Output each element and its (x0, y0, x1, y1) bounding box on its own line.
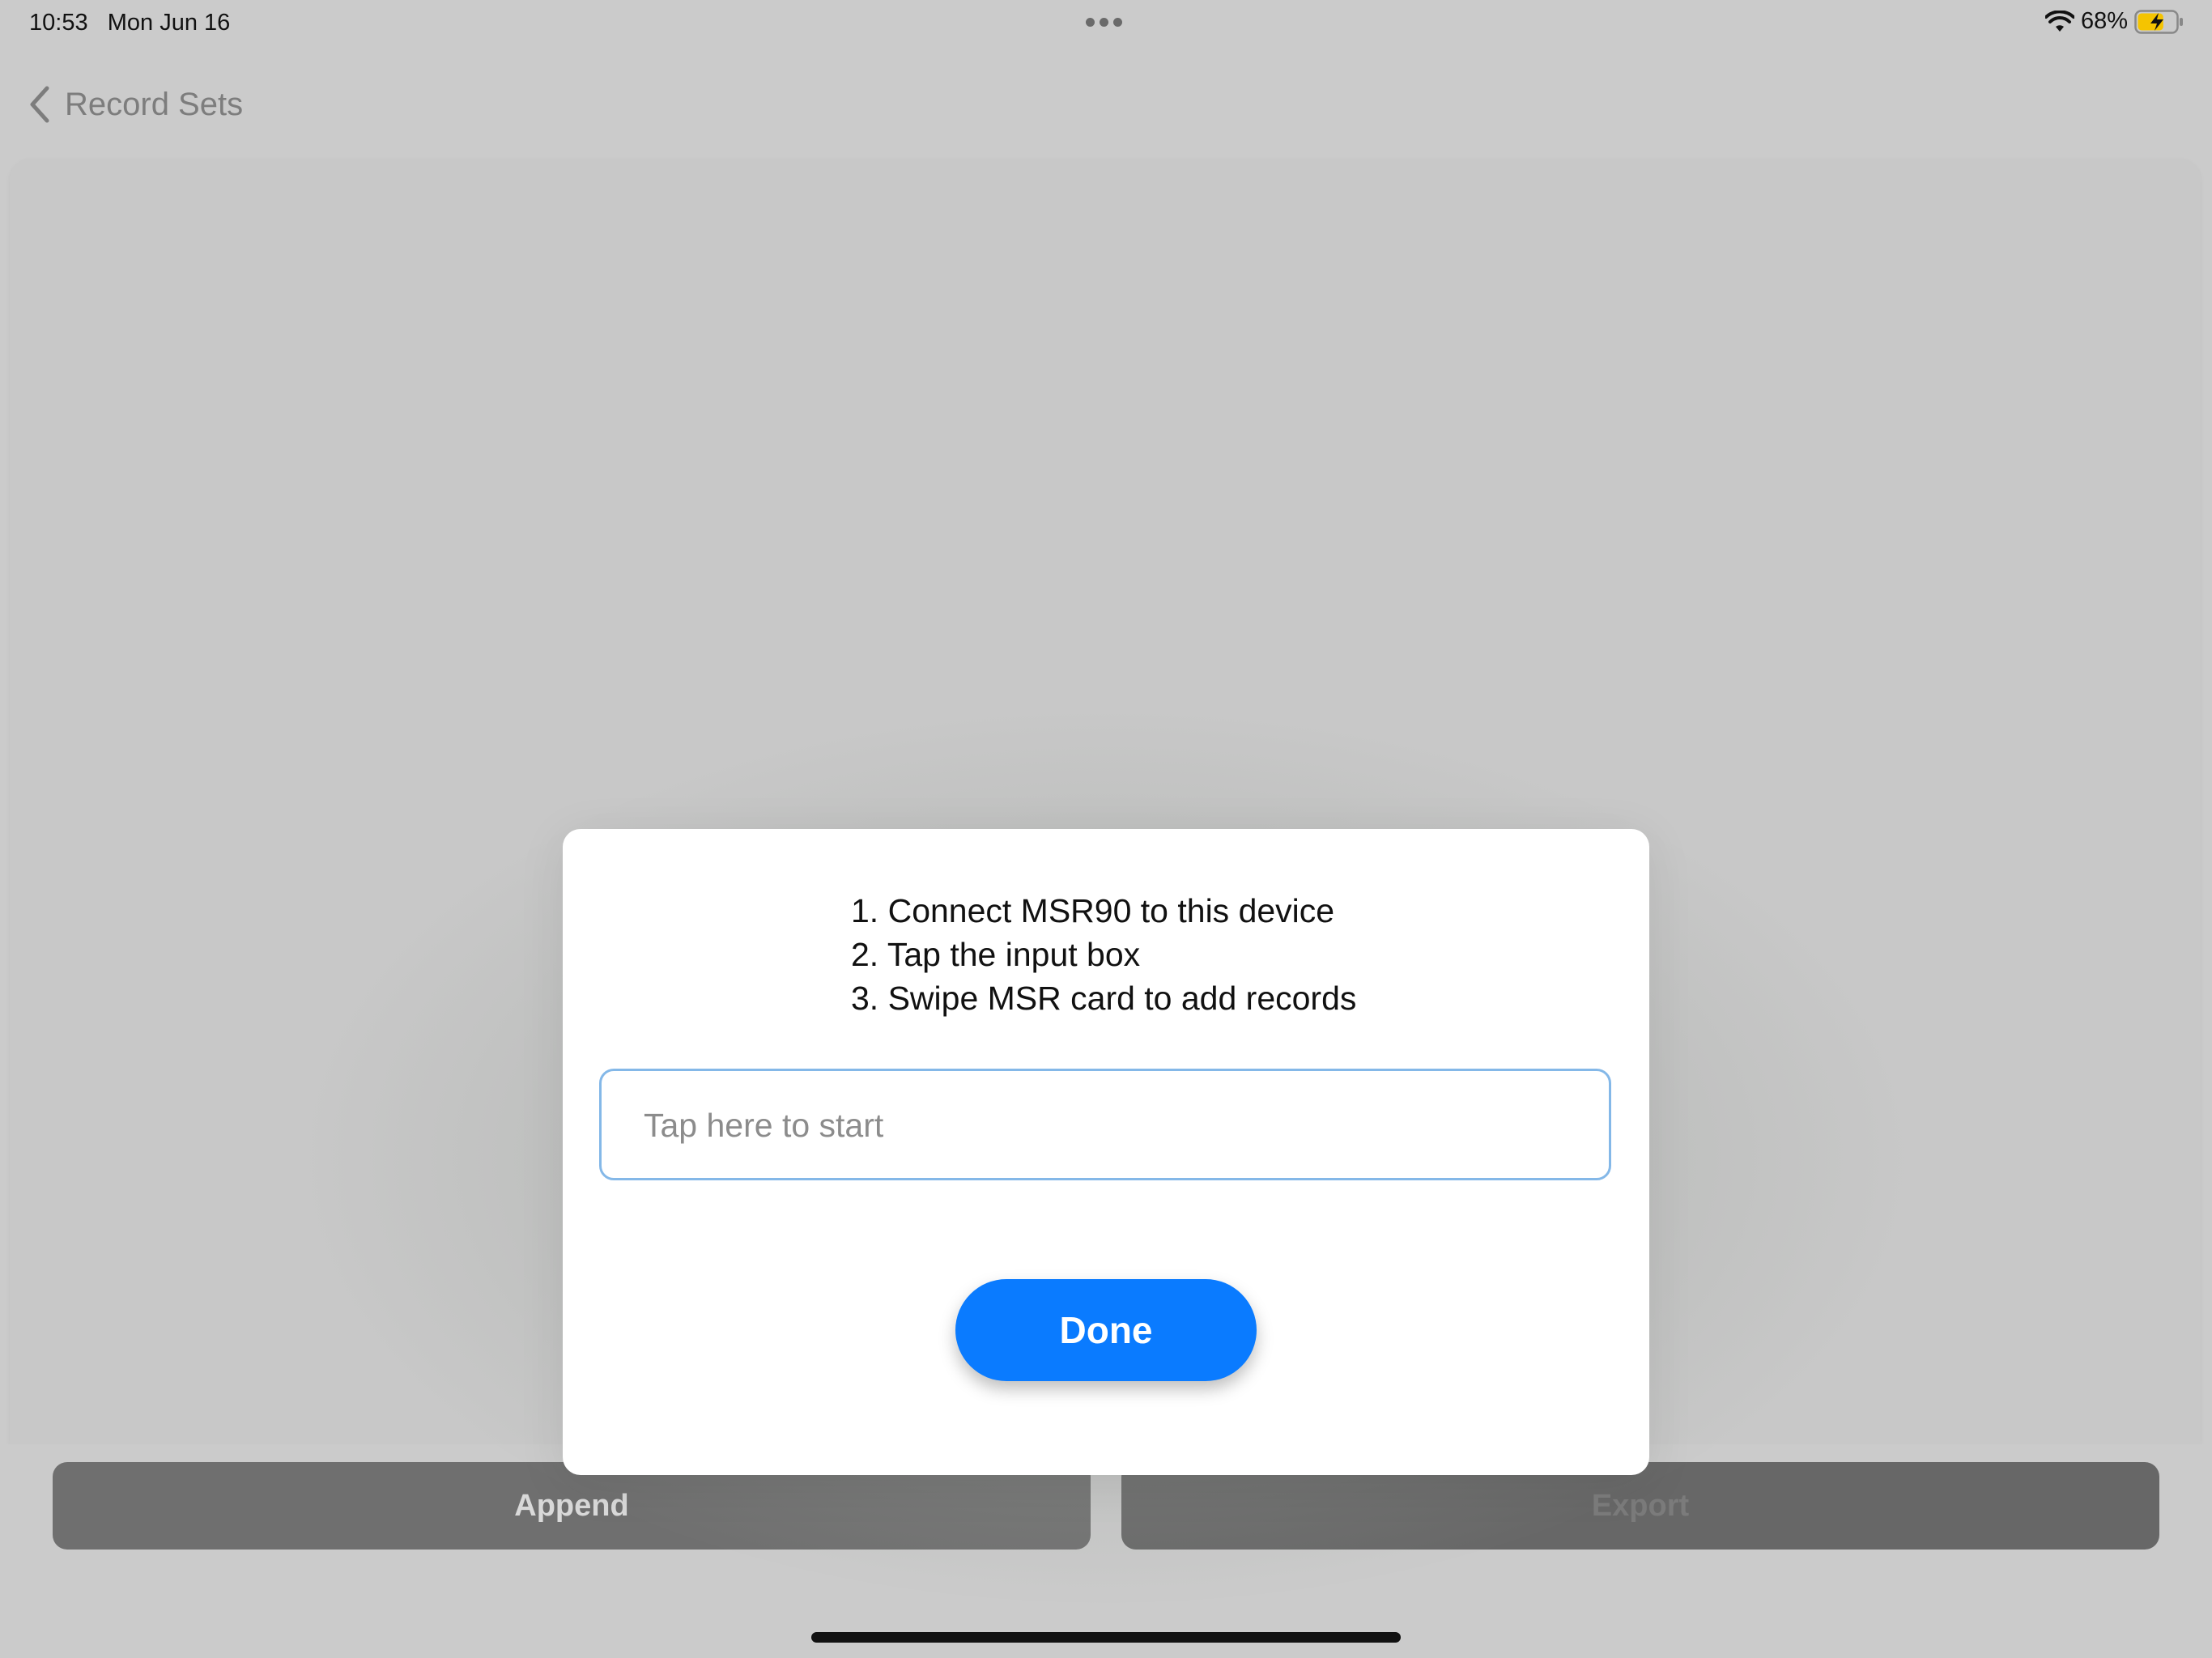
swipe-card-dialog: 1. Connect MSR90 to this device 2. Tap t… (563, 829, 1649, 1475)
instructions-text: 1. Connect MSR90 to this device 2. Tap t… (851, 889, 1356, 1020)
status-time: 10:53 Mon Jun 16 (29, 10, 230, 36)
done-button[interactable]: Done (955, 1279, 1257, 1381)
more-dots-icon[interactable] (1086, 18, 1122, 27)
status-right: 68% (2044, 8, 2184, 35)
instruction-step-2: 2. Tap the input box (851, 936, 1141, 973)
wifi-icon (2044, 10, 2074, 32)
navigation-bar: Record Sets (0, 78, 2212, 136)
swipe-input[interactable] (642, 1071, 1576, 1180)
instruction-step-3: 3. Swipe MSR card to add records (851, 980, 1357, 1017)
battery-charging-icon (2134, 9, 2183, 34)
status-time-text: 10:53 (29, 10, 88, 36)
append-button[interactable]: Append (53, 1462, 1091, 1550)
swipe-input-field[interactable] (599, 1069, 1611, 1180)
home-indicator[interactable] (811, 1632, 1401, 1643)
back-button[interactable]: Record Sets (29, 86, 243, 123)
instruction-step-1: 1. Connect MSR90 to this device (851, 892, 1335, 929)
back-button-label: Record Sets (65, 86, 244, 122)
chevron-left-icon (30, 86, 49, 123)
status-bar: 10:53 Mon Jun 16 68% (0, 0, 2212, 49)
export-button[interactable]: Export (1121, 1462, 2159, 1550)
battery-percent: 68% (2080, 8, 2128, 34)
status-date-text: Mon Jun 16 (107, 10, 231, 36)
